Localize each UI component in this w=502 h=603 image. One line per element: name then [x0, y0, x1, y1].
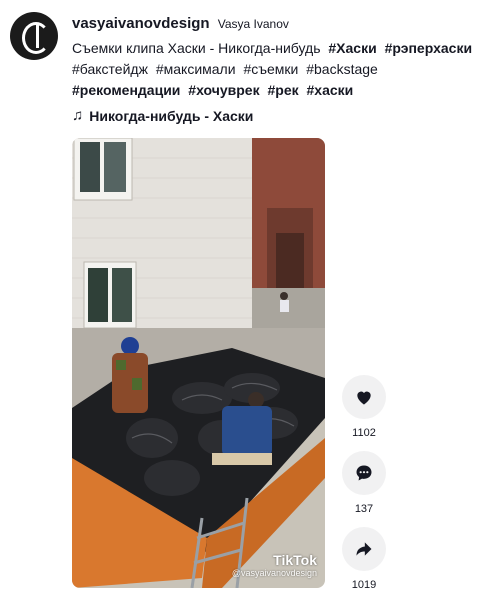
author-username[interactable]: vasyaivanovdesign	[72, 15, 210, 32]
avatar-logo-bar	[36, 24, 39, 48]
hashtag[interactable]: #рэперхаски	[385, 40, 472, 56]
hashtag[interactable]: #рек	[267, 82, 298, 98]
hashtag[interactable]: #съемки	[243, 61, 298, 77]
author-avatar[interactable]	[10, 12, 58, 60]
video-player[interactable]: TikTok @vasyaivanovdesign	[72, 138, 325, 588]
comment-action: 137	[341, 451, 387, 515]
author-line: vasyaivanovdesign Vasya Ivanov	[72, 14, 494, 34]
music-note-icon: ♫	[72, 107, 84, 124]
comment-count: 137	[354, 503, 374, 515]
like-action: 1102	[341, 375, 387, 439]
like-count: 1102	[352, 427, 376, 439]
post-header: vasyaivanovdesign Vasya Ivanov Съемки кл…	[72, 14, 494, 124]
action-bar: 1102 137 1019	[341, 375, 387, 603]
hashtag[interactable]: #максимали	[156, 61, 236, 77]
share-arrow-icon	[356, 542, 372, 556]
post-caption: Съемки клипа Хаски - Никогда-нибудь #Хас…	[72, 38, 494, 101]
music-link[interactable]: ♫ Никогда-нибудь - Хаски	[72, 107, 494, 124]
hashtag[interactable]: #Хаски	[328, 40, 376, 56]
tiktok-watermark: TikTok @vasyaivanovdesign	[232, 552, 317, 578]
like-button[interactable]	[342, 375, 386, 419]
author-nickname: Vasya Ivanov	[217, 17, 289, 31]
share-count: 1019	[351, 579, 377, 591]
hashtag[interactable]: #хочуврек	[188, 82, 259, 98]
video-frame	[72, 138, 325, 588]
heart-icon	[357, 391, 371, 405]
share-button[interactable]	[342, 527, 386, 571]
caption-text: Съемки клипа Хаски - Никогда-нибудь	[72, 40, 321, 56]
hashtag[interactable]: #хаски	[307, 82, 354, 98]
comment-icon	[356, 465, 372, 481]
share-action: 1019	[341, 527, 387, 591]
hashtag[interactable]: #бакстейдж	[72, 61, 148, 77]
hashtag[interactable]: #рекомендации	[72, 82, 180, 98]
music-title: Никогда-нибудь - Хаски	[89, 107, 254, 124]
comment-button[interactable]	[342, 451, 386, 495]
watermark-handle: @vasyaivanovdesign	[231, 568, 317, 578]
tiktok-logo-text: TikTok	[273, 552, 317, 568]
hashtag[interactable]: #backstage	[306, 61, 378, 77]
